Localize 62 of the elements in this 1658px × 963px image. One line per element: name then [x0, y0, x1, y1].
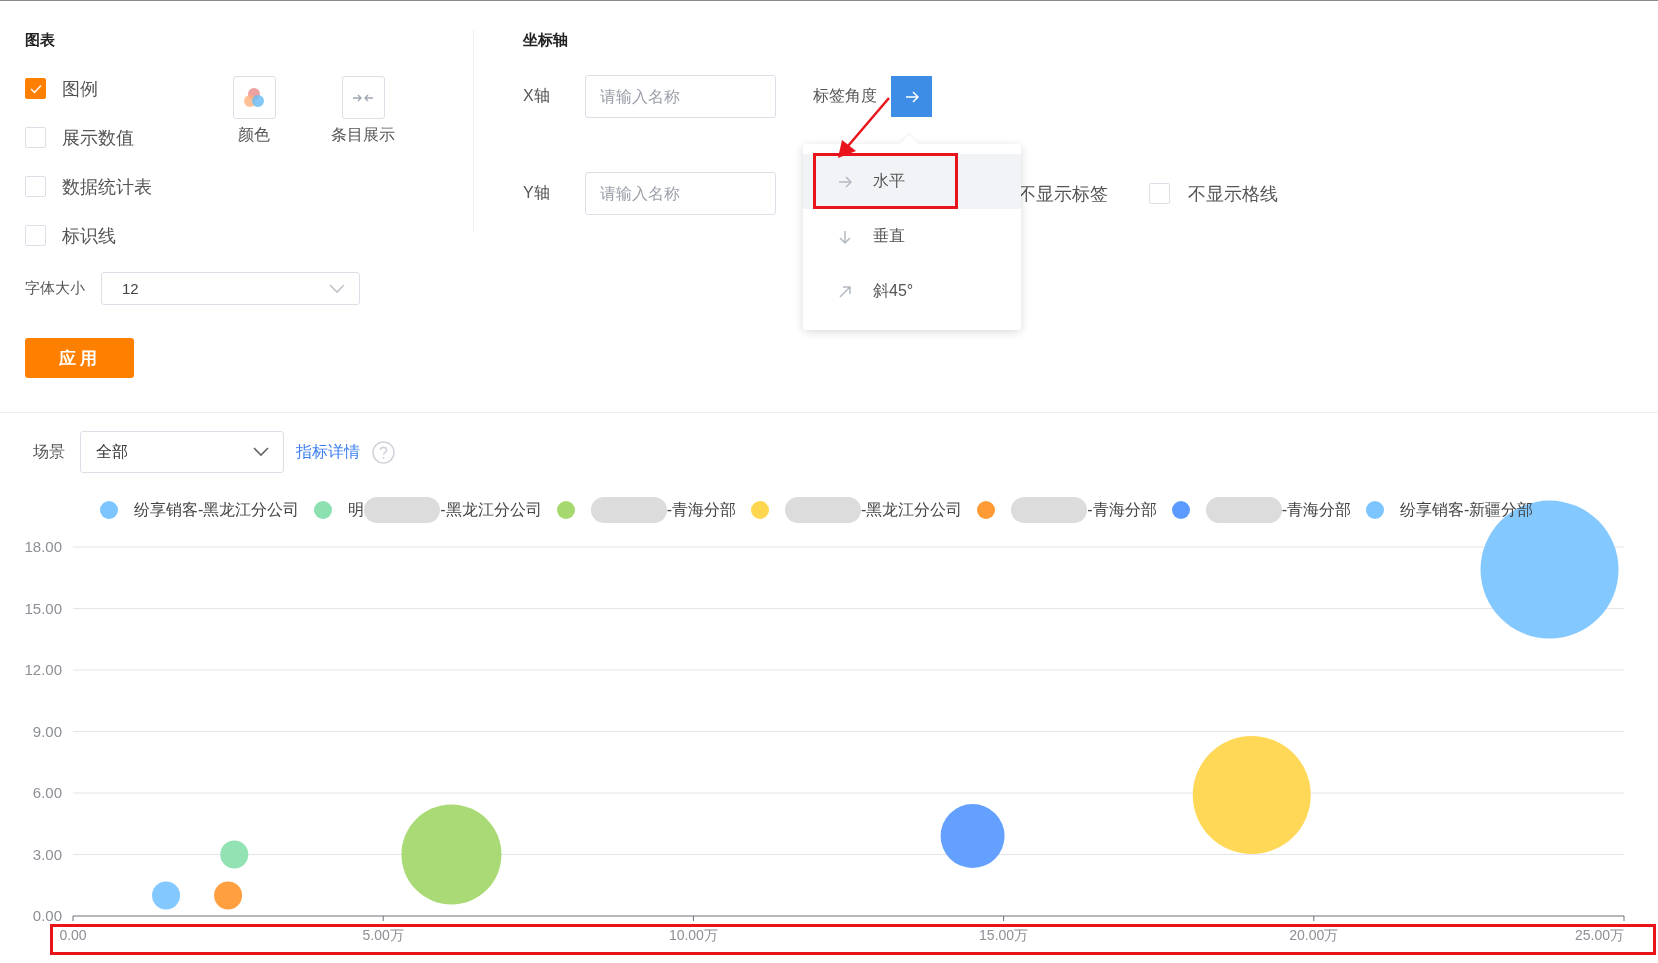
chevron-down-icon [253, 447, 269, 457]
legend-label: -黑龙江分公司 [440, 499, 542, 520]
checkbox[interactable] [25, 78, 46, 99]
arrow-down-icon [837, 228, 853, 245]
legend-label: 纷享销客-黑龙江分公司 [134, 499, 300, 520]
checkbox-label: 不显示格线 [1188, 182, 1278, 206]
check-icon [29, 83, 42, 94]
field-label: 字体大小 [25, 279, 86, 298]
field-label: 标签角度 [813, 86, 877, 106]
y-tick-label: 3.00 [32, 845, 62, 863]
legend-label: 纷享销客-新疆分部 [1399, 499, 1534, 520]
help-icon[interactable] [372, 440, 395, 464]
tool-button[interactable] [341, 76, 385, 119]
tool-label: 条目展示 [331, 127, 395, 143]
section-title: 坐标轴 [523, 30, 569, 50]
legend-dot[interactable] [100, 501, 118, 519]
circles-icon [243, 86, 265, 109]
menu-option[interactable]: 斜45° [803, 264, 1021, 319]
y-tick-label: 18.00 [24, 538, 62, 555]
input-field[interactable]: 请输入名称 [585, 75, 776, 118]
field-label: Y轴 [523, 183, 551, 203]
arrow-right-icon [837, 173, 853, 190]
field-label: X轴 [523, 86, 551, 106]
x-tick-label: 10.00万 [668, 927, 718, 943]
x-tick-label: 5.00万 [362, 927, 404, 943]
x-tick-label: 15.00万 [979, 927, 1029, 943]
checkbox-label: 数据统计表 [62, 175, 152, 199]
checkbox-label: 展示数值 [62, 126, 134, 150]
scene-select[interactable]: 全部 [80, 431, 284, 473]
legend-dot[interactable] [1365, 501, 1384, 519]
chevron-down-icon [329, 283, 345, 294]
y-tick-label: 9.00 [32, 722, 62, 740]
legend-label: -青海分部 [1281, 499, 1351, 520]
y-tick-label: 6.00 [32, 784, 62, 801]
section-title: 图表 [25, 30, 56, 50]
x-tick-label: 0.00 [59, 927, 87, 943]
y-tick-label: 15.00 [24, 599, 62, 617]
y-tick-label: 0.00 [32, 907, 62, 924]
legend-label: 明 [348, 499, 365, 520]
menu-option[interactable]: 垂直 [803, 209, 1021, 264]
arrow-right-icon [903, 88, 920, 105]
legend-label: -黑龙江分公司 [861, 499, 963, 520]
checkbox-label: 图例 [62, 77, 98, 101]
input-field[interactable]: 请输入名称 [585, 172, 776, 215]
legend-dot[interactable] [751, 501, 769, 519]
legend-dot[interactable] [314, 501, 333, 519]
legend-dot[interactable] [977, 501, 996, 519]
field-label: 场景 [33, 441, 66, 462]
x-tick-label: 25.00万 [1574, 927, 1624, 943]
legend-label: -青海分部 [1087, 499, 1157, 520]
checkbox-label: 标识线 [62, 224, 116, 248]
x-tick-label: 20.00万 [1289, 927, 1339, 943]
legend-dot[interactable] [556, 501, 575, 519]
legend-label: -青海分部 [666, 499, 736, 520]
legend-dot[interactable] [1171, 501, 1190, 519]
tool-label: 颜色 [238, 127, 270, 143]
details-link[interactable]: 指标详情 [296, 441, 360, 463]
label-angle-button[interactable] [891, 76, 932, 117]
tool-button[interactable] [232, 76, 276, 119]
arrow-up-right-icon [837, 283, 853, 300]
font-size-select[interactable]: 12 [101, 272, 360, 305]
y-tick-label: 12.00 [24, 661, 62, 678]
